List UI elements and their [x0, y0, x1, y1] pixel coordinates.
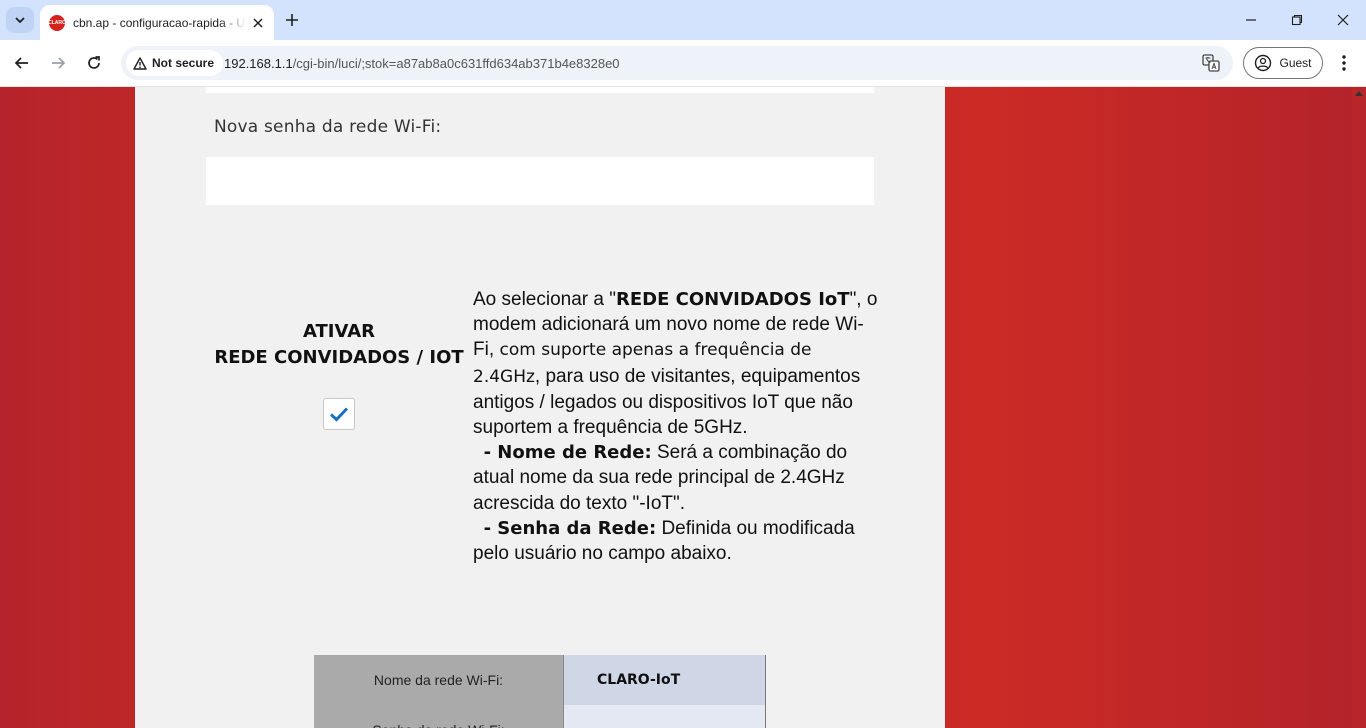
claro-favicon-icon: CLARO [48, 14, 66, 31]
restore-icon [1291, 14, 1303, 26]
table-row: Nome da rede Wi-Fi: CLARO-IoT [314, 655, 766, 705]
tab-strip: CLARO cbn.ap - configuracao-rapida - UI [0, 0, 1366, 40]
new-password-input[interactable] [206, 157, 874, 205]
previous-input-edge [206, 87, 874, 93]
profile-button[interactable]: Guest [1243, 47, 1323, 79]
minimize-icon [1246, 19, 1256, 21]
close-window-button[interactable] [1320, 0, 1366, 40]
guest-network-heading: ATIVAR REDE CONVIDADOS / IOT [207, 319, 471, 371]
minimize-button[interactable] [1228, 0, 1274, 40]
table-label-network-name: Nome da rede Wi-Fi: [314, 655, 564, 705]
browser-toolbar: Not secure 192.168.1.1/cgi-bin/luci/;sto… [0, 40, 1366, 87]
desc-network-name-label: - Nome de Rede: [483, 442, 652, 464]
translate-button[interactable] [1201, 53, 1221, 73]
table-value-network-password[interactable] [564, 705, 766, 728]
warning-triangle-icon [133, 56, 147, 70]
tab-active[interactable]: CLARO cbn.ap - configuracao-rapida - UI [40, 5, 274, 40]
profile-label: Guest [1279, 56, 1312, 70]
new-tab-button[interactable] [282, 10, 302, 30]
url-path: /cgi-bin/luci/;stok=a87ab8a0c631ffd634ab… [292, 55, 620, 71]
account-circle-icon [1255, 54, 1272, 72]
page-viewport: Nova senha da rede Wi-Fi: ATIVAR REDE CO… [0, 87, 1366, 728]
close-icon [1337, 14, 1349, 26]
reload-icon [88, 56, 100, 69]
ativar-label: ATIVAR [302, 321, 375, 342]
guest-network-label: REDE CONVIDADOS / IOT [214, 347, 464, 368]
more-vertical-icon [1342, 55, 1346, 71]
translate-icon [1202, 54, 1220, 72]
checkmark-icon [329, 407, 349, 422]
not-secure-label: Not secure [152, 56, 215, 70]
restore-button[interactable] [1274, 0, 1320, 40]
config-panel: Nova senha da rede Wi-Fi: ATIVAR REDE CO… [135, 87, 945, 728]
table-row: Senha da rede Wi-Fi: [314, 705, 766, 728]
reload-button[interactable] [81, 50, 107, 76]
browser-menu-button[interactable] [1333, 50, 1355, 76]
forward-button[interactable] [45, 50, 71, 76]
new-password-label: Nova senha da rede Wi-Fi: [214, 117, 442, 137]
back-button[interactable] [9, 50, 35, 76]
guest-network-description: Ao selecionar a "REDE CONVIDADOS IoT", o… [473, 287, 883, 566]
close-icon [253, 18, 263, 27]
arrow-right-icon [52, 57, 66, 69]
url-text[interactable]: 192.168.1.1/cgi-bin/luci/;stok=a87ab8a0c… [224, 46, 620, 80]
scroll-up-arrow-icon[interactable] [1355, 91, 1363, 96]
tab-close-button[interactable] [250, 15, 266, 31]
plus-icon [286, 14, 298, 26]
guest-network-checkbox[interactable] [323, 398, 355, 430]
desc-network-password-label: - Senha da Rede: [483, 517, 657, 539]
url-host: 192.168.1.1 [224, 55, 293, 71]
chevron-down-icon [15, 17, 25, 24]
tab-title: cbn.ap - configuracao-rapida - UI [73, 15, 247, 30]
desc-bold-network-name: REDE CONVIDADOS IoT [616, 289, 850, 310]
address-bar[interactable]: Not secure 192.168.1.1/cgi-bin/luci/;sto… [121, 46, 1233, 80]
tab-search-button[interactable] [6, 7, 34, 33]
arrow-left-icon [14, 57, 28, 69]
table-value-network-name: CLARO-IoT [564, 655, 766, 705]
table-label-network-password: Senha da rede Wi-Fi: [314, 705, 564, 728]
page-scrollbar[interactable] [1352, 87, 1366, 728]
site-security-chip[interactable]: Not secure [126, 50, 224, 76]
desc-text: Ao selecionar a " [473, 289, 616, 310]
guest-network-table: Nome da rede Wi-Fi: CLARO-IoT Senha da r… [314, 655, 766, 728]
